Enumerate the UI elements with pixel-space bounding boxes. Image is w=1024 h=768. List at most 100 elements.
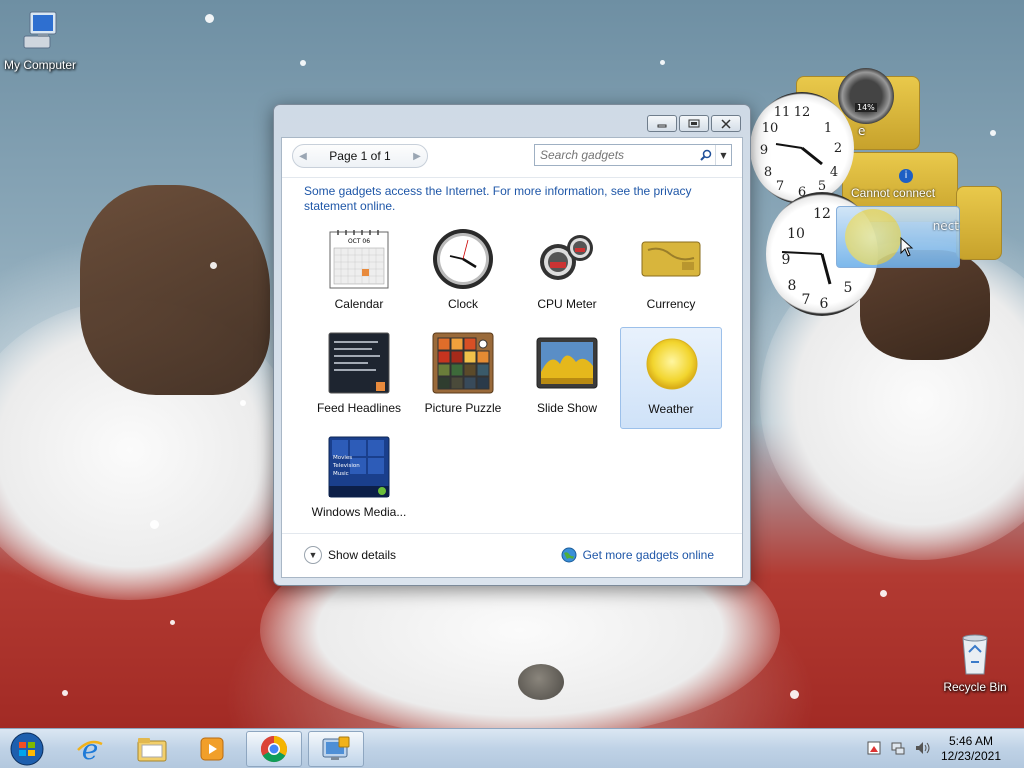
gadget-tile[interactable]: Feed Headlines: [308, 327, 410, 429]
cut-gadget-text: e: [858, 124, 866, 138]
gadget-label: Picture Puzzle: [424, 401, 502, 415]
next-page-button[interactable]: ▶: [407, 151, 427, 162]
svg-text:e: e: [82, 734, 99, 764]
gadget-label: Clock: [447, 297, 478, 311]
media-player-icon: [200, 737, 224, 761]
weather-icon: [641, 333, 703, 395]
recycle-bin-icon: [955, 632, 995, 676]
show-details-toggle[interactable]: ▼ Show details: [304, 546, 396, 564]
clock-gadget[interactable]: 12 1 2 4 5678 9 10 11: [750, 92, 854, 204]
chrome-icon: [260, 735, 288, 763]
svg-text:7: 7: [802, 292, 811, 308]
gadget-tile[interactable]: OCT 06 Calendar: [308, 223, 410, 325]
minimize-icon: [657, 124, 667, 127]
wallpaper-coat-button: [518, 664, 564, 700]
gadget-tile[interactable]: Movies Television Music Windows Media...: [308, 431, 410, 533]
show-details-label: Show details: [328, 548, 397, 562]
taskbar-media-player[interactable]: [184, 731, 240, 767]
search-box: ▼: [534, 144, 732, 166]
gadget-tile[interactable]: Picture Puzzle: [412, 327, 514, 429]
privacy-notice[interactable]: Some gadgets access the Internet. For mo…: [304, 184, 724, 214]
get-more-gadgets-link[interactable]: Get more gadgets online: [561, 547, 714, 563]
gadget-tile-selected[interactable]: Weather: [620, 327, 722, 429]
gallery-toolbar: ◀ Page 1 of 1 ▶ ▼: [282, 138, 742, 178]
restore-icon: [688, 119, 700, 127]
system-tray: [866, 740, 932, 756]
media-menu-item: Television: [332, 463, 360, 469]
svg-text:6: 6: [820, 296, 829, 312]
gadget-gallery-content: ◀ Page 1 of 1 ▶ ▼ Some gadgets access th…: [281, 137, 743, 578]
svg-text:10: 10: [762, 121, 779, 136]
search-icon[interactable]: [697, 149, 715, 161]
svg-text:8: 8: [788, 278, 797, 294]
gadget-tile[interactable]: Currency: [620, 223, 722, 325]
taskbar-clock[interactable]: 5:46 AM 12/23/2021: [941, 734, 1001, 764]
gadget-label: Weather: [648, 402, 694, 416]
info-icon: i: [899, 169, 913, 183]
previous-page-button[interactable]: ◀: [293, 151, 313, 162]
cpu-meter-icon: [536, 228, 598, 290]
weather-gadget-dragging[interactable]: nect: [836, 206, 960, 268]
picture-puzzle-icon: [432, 332, 494, 394]
taskbar: e 5:46 AM 12/23/2021: [0, 728, 1024, 768]
desktop-gadgets-icon: [322, 736, 350, 760]
taskbar-internet-explorer[interactable]: e: [62, 731, 118, 767]
gadget-label: CPU Meter: [537, 297, 597, 311]
svg-text:11: 11: [774, 105, 791, 120]
clock-time: 5:46 AM: [948, 734, 993, 748]
close-icon: [721, 118, 731, 129]
media-menu-item: Music: [333, 471, 349, 477]
search-dropdown-button[interactable]: ▼: [715, 145, 731, 165]
windows-media-center-icon: Movies Television Music: [328, 436, 390, 498]
action-center-icon[interactable]: [866, 740, 882, 756]
page-indicator: Page 1 of 1: [329, 149, 391, 163]
close-button[interactable]: [711, 115, 741, 132]
svg-text:9: 9: [782, 252, 791, 268]
restore-button[interactable]: [679, 115, 709, 132]
svg-text:4: 4: [830, 165, 838, 180]
svg-text:5: 5: [844, 280, 853, 296]
network-icon[interactable]: [890, 740, 906, 756]
minimize-button[interactable]: [647, 115, 677, 132]
currency-gadget[interactable]: [956, 186, 1002, 260]
cut-gadget-text: nect: [932, 219, 959, 233]
start-button[interactable]: [0, 731, 54, 767]
taskbar-file-explorer[interactable]: [124, 731, 180, 767]
chevron-down-icon: ▼: [304, 546, 322, 564]
chevron-down-icon: ▼: [720, 150, 727, 160]
clock-icon: [432, 228, 494, 290]
calendar-icon: OCT 06: [328, 228, 390, 290]
gadget-tile[interactable]: Slide Show: [516, 327, 618, 429]
gadget-tile[interactable]: CPU Meter: [516, 223, 618, 325]
volume-icon[interactable]: [914, 740, 932, 756]
taskbar-chrome[interactable]: [246, 731, 302, 767]
feed-headlines-icon: [328, 332, 390, 394]
gadget-gallery-window: ◀ Page 1 of 1 ▶ ▼ Some gadgets access th…: [273, 104, 751, 586]
desktop-icon-my-computer[interactable]: My Computer: [2, 10, 78, 72]
clock-date: 12/23/2021: [940, 749, 1001, 763]
media-menu-item: Movies: [333, 455, 352, 461]
svg-text:12: 12: [794, 105, 811, 120]
svg-text:10: 10: [787, 226, 805, 242]
internet-explorer-icon: e: [77, 734, 103, 764]
svg-text:12: 12: [813, 206, 831, 222]
get-more-gadgets-label: Get more gadgets online: [582, 548, 714, 562]
taskbar-desktop-gadgets[interactable]: [308, 731, 364, 767]
svg-text:2: 2: [834, 141, 842, 156]
desktop-icon-recycle-bin[interactable]: Recycle Bin: [940, 632, 1010, 694]
desktop-gadgets-cluster: i Cannot connect 14% e 12 1 2 4 5678 9 10 11 …: [746, 64, 1006, 324]
cpu-percent: 14%: [855, 103, 877, 112]
mouse-cursor-icon: [900, 237, 914, 257]
gadget-tile[interactable]: Clock: [412, 223, 514, 325]
svg-text:1: 1: [824, 121, 832, 136]
slide-show-icon: [536, 332, 598, 394]
gallery-footer: ▼ Show details Get more gadgets online: [282, 533, 742, 577]
file-explorer-icon: [137, 738, 167, 762]
currency-icon: [640, 228, 702, 290]
calendar-month-label: OCT 06: [348, 238, 370, 245]
gadget-label: Feed Headlines: [316, 401, 402, 415]
gadget-label: Slide Show: [536, 401, 598, 415]
computer-icon: [18, 10, 62, 54]
gadget-label: Windows Media...: [311, 505, 407, 519]
search-input[interactable]: [535, 146, 697, 164]
